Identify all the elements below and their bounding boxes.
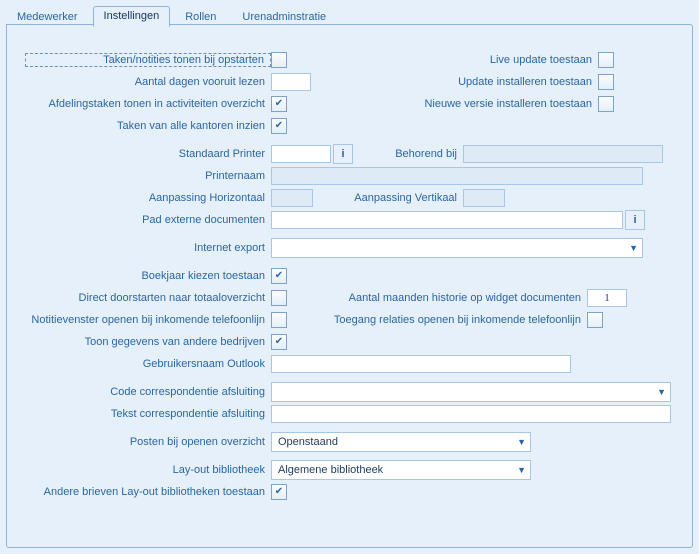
lbl-nieuwe-versie: Nieuwe versie installeren toestaan [372,98,598,110]
input-behorend-bij[interactable] [463,145,663,163]
lbl-standaard-printer: Standaard Printer [25,148,271,160]
lbl-live-update: Live update toestaan [372,54,598,66]
lbl-aan-hor: Aanpassing Horizontaal [25,192,271,204]
cb-notitievenster[interactable] [271,312,287,328]
lbl-aantal-dagen: Aantal dagen vooruit lezen [25,76,271,88]
lbl-taken-notities: Taken/notities tonen bij opstarten [25,53,271,67]
cb-doorstart[interactable] [271,290,287,306]
cb-nieuwe-versie[interactable] [598,96,614,112]
combo-posten-value: Openstaand [278,436,338,448]
combo-posten[interactable]: Openstaand ▼ [271,432,531,452]
cb-taken-notities[interactable] [271,52,287,68]
tab-instellingen[interactable]: Instellingen [93,6,171,27]
combo-code-corr[interactable]: ▼ [271,382,671,402]
chevron-down-icon: ▼ [629,243,638,253]
input-aan-ver[interactable] [463,189,505,207]
lbl-toegang: Toegang relaties openen bij inkomende te… [287,314,587,326]
lbl-layout: Lay-out bibliotheek [25,464,271,476]
lbl-afdelingstaken: Afdelingstaken tonen in activiteiten ove… [25,98,271,110]
info-standaard-printer-icon[interactable]: i [333,144,353,164]
input-printernaam[interactable] [271,167,643,185]
input-aantal-dagen[interactable] [271,73,311,91]
lbl-code-corr: Code correspondentie afsluiting [25,386,271,398]
lbl-andere-layout: Andere brieven Lay-out bibliotheken toes… [25,486,271,498]
cb-live-update[interactable] [598,52,614,68]
combo-layout[interactable]: Algemene bibliotheek ▼ [271,460,531,480]
input-maanden[interactable] [587,289,627,307]
cb-alle-kantoren[interactable] [271,118,287,134]
cb-update-install[interactable] [598,74,614,90]
lbl-maanden: Aantal maanden historie op widget docume… [287,292,587,304]
input-pad-ext[interactable] [271,211,623,229]
lbl-posten: Posten bij openen overzicht [25,436,271,448]
lbl-update-install: Update installeren toestaan [372,76,598,88]
combo-layout-value: Algemene bibliotheek [278,464,383,476]
info-pad-ext-icon[interactable]: i [625,210,645,230]
input-outlook[interactable] [271,355,571,373]
lbl-pad-ext: Pad externe documenten [25,214,271,226]
input-aan-hor[interactable] [271,189,313,207]
combo-internet-export[interactable]: ▼ [271,238,643,258]
lbl-tekst-corr: Tekst correspondentie afsluiting [25,408,271,420]
chevron-down-icon: ▼ [517,465,526,475]
input-tekst-corr[interactable] [271,405,671,423]
settings-panel: Taken/notities tonen bij opstarten Live … [6,24,693,548]
lbl-boekjaar: Boekjaar kiezen toestaan [25,270,271,282]
cb-andere-bedrijven[interactable] [271,334,287,350]
lbl-andere-bedrijven: Toon gegevens van andere bedrijven [25,336,271,348]
lbl-alle-kantoren: Taken van alle kantoren inzien [25,120,271,132]
lbl-internet-export: Internet export [25,242,271,254]
cb-afdelingstaken[interactable] [271,96,287,112]
lbl-aan-ver: Aanpassing Vertikaal [313,192,463,204]
lbl-behorend-bij: Behorend bij [353,148,463,160]
chevron-down-icon: ▼ [657,387,666,397]
lbl-doorstart: Direct doorstarten naar totaaloverzicht [25,292,271,304]
input-standaard-printer[interactable] [271,145,331,163]
lbl-printernaam: Printernaam [25,170,271,182]
lbl-notitievenster: Notitievenster openen bij inkomende tele… [25,314,271,326]
cb-toegang[interactable] [587,312,603,328]
cb-andere-layout[interactable] [271,484,287,500]
lbl-outlook: Gebruikersnaam Outlook [25,358,271,370]
chevron-down-icon: ▼ [517,437,526,447]
cb-boekjaar[interactable] [271,268,287,284]
